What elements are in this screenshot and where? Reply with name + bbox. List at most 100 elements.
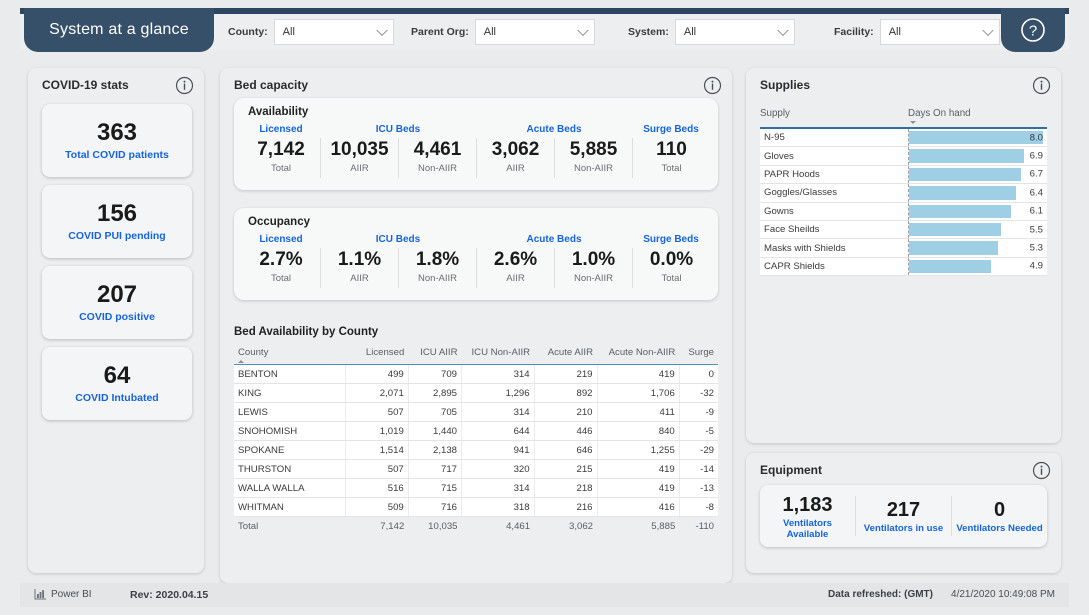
table-row[interactable]: THURSTON 507 717 320 215 419 -14 xyxy=(234,459,718,479)
supplies-panel: Supplies Supply Days On hand N-95 8.0 Glov… xyxy=(746,68,1061,443)
table-column-header[interactable]: Licensed xyxy=(345,344,409,365)
filter-county-select[interactable]: All xyxy=(273,19,394,45)
table-row[interactable]: BENTON 499 709 314 219 419 0 xyxy=(234,364,718,384)
info-circle-icon[interactable] xyxy=(1032,76,1051,95)
supply-name: Face Sheilds xyxy=(764,224,820,236)
filter-parent-org-select[interactable]: All xyxy=(474,19,595,45)
covid-kpi-value: 156 xyxy=(96,199,138,227)
table-cell: 892 xyxy=(533,383,598,403)
availability-title: Availability xyxy=(248,106,309,118)
equipment-kpi-cell[interactable]: 217 Ventilators in use xyxy=(855,496,951,536)
table-cell: 314 xyxy=(461,364,535,384)
table-total-cell: 5,885 xyxy=(651,520,676,532)
metric-group-header[interactable]: Licensed xyxy=(242,124,320,138)
covid-kpi-card[interactable]: 156 COVID PUI pending xyxy=(42,185,192,258)
supply-row[interactable]: Gowns 6.1 xyxy=(760,202,1047,221)
table-cell: 419 xyxy=(596,459,680,479)
supply-row[interactable]: Gloves 6.9 xyxy=(760,147,1047,166)
table-cell: 314 xyxy=(461,478,535,498)
filter-parent-org[interactable]: Parent Org: All xyxy=(411,19,595,45)
table-column-header[interactable]: Acute Non-AIIR xyxy=(597,344,680,365)
supply-row[interactable]: Goggles/Glasses 6.4 xyxy=(760,184,1047,203)
filter-system-select[interactable]: All xyxy=(674,19,795,45)
metric-group-header[interactable]: Acute Beds xyxy=(476,234,632,248)
equipment-kpi-caption: Ventilators Needed xyxy=(956,523,1043,534)
table-row[interactable]: WALLA WALLA 516 715 314 218 419 -13 xyxy=(234,478,718,498)
table-row[interactable]: LEWIS 507 705 314 210 411 -9 xyxy=(234,402,718,422)
equipment-kpi-card: 1,183 Ventilators Available 217 Ventilators… xyxy=(760,485,1047,547)
table-row[interactable]: SNOHOMISH 1,019 1,440 644 446 840 -5 xyxy=(234,421,718,441)
table-row[interactable]: WHITMAN 509 716 318 216 416 -8 xyxy=(234,497,718,517)
supplies-col-days-on-hand[interactable]: Days On hand xyxy=(908,108,971,124)
table-cell: 717 xyxy=(407,459,462,479)
equipment-kpi-cell[interactable]: 0 Ventilators Needed xyxy=(951,496,1047,536)
table-column-header[interactable]: Acute AIIR xyxy=(534,344,598,365)
power-bi-label: Power BI xyxy=(51,588,92,600)
metric-group-header[interactable]: Surge Beds xyxy=(632,234,710,248)
metric-group-header[interactable]: ICU Beds xyxy=(320,234,476,248)
table-cell: -29 xyxy=(678,440,718,460)
metric-group-header[interactable]: ICU Beds xyxy=(320,124,476,138)
supply-bar-track: 8.0 xyxy=(908,129,1047,147)
supplies-col-supply[interactable]: Supply xyxy=(760,108,908,119)
supply-bar xyxy=(909,131,1043,145)
covid-kpi-caption: COVID Intubated xyxy=(75,392,159,405)
supply-bar xyxy=(909,167,1022,182)
table-cell: 644 xyxy=(461,421,535,441)
power-bi-brand[interactable]: Power BI xyxy=(34,588,92,600)
metric-value: 110 xyxy=(656,139,687,160)
metric-cell: 7,142 Total xyxy=(242,138,320,178)
availability-card: Availability Licensed 7,142 Total ICU Beds 1… xyxy=(234,98,718,190)
footer-bar: Power BI Rev: 2020.04.15 Data refreshed:… xyxy=(20,583,1069,607)
supply-value: 6.7 xyxy=(1029,168,1043,180)
metric-cell: 2.6% AIIR xyxy=(477,248,554,288)
table-cell: -32 xyxy=(678,383,718,403)
tab-system-at-a-glance[interactable]: System at a glance xyxy=(24,8,214,52)
info-circle-icon[interactable] xyxy=(1032,461,1051,480)
info-circle-icon[interactable] xyxy=(175,76,194,95)
supply-row[interactable]: Masks with Shields 5.3 xyxy=(760,239,1047,258)
metric-group-header[interactable]: Surge Beds xyxy=(632,124,710,138)
supply-row[interactable]: PAPR Hoods 6.7 xyxy=(760,165,1047,185)
table-cell: 419 xyxy=(596,478,680,498)
metric-sublabel: Non-AIIR xyxy=(417,272,458,284)
supplies-bar-chart: N-95 8.0 Gloves 6.9 PAPR Hoods 6.7 Goggles/Gla… xyxy=(760,129,1047,277)
filter-county[interactable]: County: All xyxy=(228,19,394,45)
filter-facility[interactable]: Facility: All xyxy=(834,19,1000,45)
supply-bar xyxy=(909,259,991,274)
covid-kpi-card[interactable]: 207 COVID positive xyxy=(42,266,192,339)
metric-group-header[interactable]: Licensed xyxy=(242,234,320,248)
table-column-header[interactable]: ICU AIIR xyxy=(408,344,462,365)
supply-row[interactable]: CAPR Shields 4.9 xyxy=(760,257,1047,277)
filter-facility-select[interactable]: All xyxy=(879,19,1000,45)
table-row[interactable]: KING 2,071 2,895 1,296 892 1,706 -32 xyxy=(234,383,718,403)
covid-kpi-card[interactable]: 363 Total COVID patients xyxy=(42,104,192,177)
table-total-cell: Total xyxy=(238,520,259,532)
table-cell: 715 xyxy=(407,478,462,498)
table-column-header[interactable]: Surge xyxy=(679,344,718,365)
supply-name: Goggles/Glasses xyxy=(764,187,838,199)
table-row[interactable]: SPOKANE 1,514 2,138 941 646 1,255 -29 xyxy=(234,440,718,460)
table-column-header[interactable]: County xyxy=(234,344,346,365)
table-cell: SPOKANE xyxy=(234,440,346,460)
equipment-kpi-cell[interactable]: 1,183 Ventilators Available xyxy=(760,491,855,542)
metric-group-header[interactable]: Acute Beds xyxy=(476,124,632,138)
supply-row[interactable]: N-95 8.0 xyxy=(760,129,1047,148)
chevron-down-icon xyxy=(982,24,994,37)
table-body: BENTON 499 709 314 219 419 0 KING 2,071 2,895 1,29… xyxy=(234,364,718,536)
bed-availability-table[interactable]: County Licensed ICU AIIR ICU Non-AIIR Acute … xyxy=(234,344,718,535)
help-button[interactable]: ? xyxy=(1001,8,1065,52)
filter-system[interactable]: System: All xyxy=(628,19,795,45)
table-column-header[interactable]: ICU Non-AIIR xyxy=(461,344,535,365)
equipment-panel: Equipment 1,183 Ventilators Available 217 V… xyxy=(746,453,1061,573)
supply-value: 8.0 xyxy=(1029,132,1043,144)
supply-row[interactable]: Face Sheilds 5.5 xyxy=(760,220,1047,240)
chevron-down-icon xyxy=(577,24,589,37)
tab-label: System at a glance xyxy=(49,21,189,38)
chevron-down-icon xyxy=(777,24,789,37)
table-cell: 416 xyxy=(596,497,680,517)
table-cell: 210 xyxy=(533,402,598,422)
covid-kpi-card[interactable]: 64 COVID Intubated xyxy=(42,347,192,420)
question-mark-circle-icon: ? xyxy=(1020,17,1046,43)
info-circle-icon[interactable] xyxy=(703,76,722,95)
